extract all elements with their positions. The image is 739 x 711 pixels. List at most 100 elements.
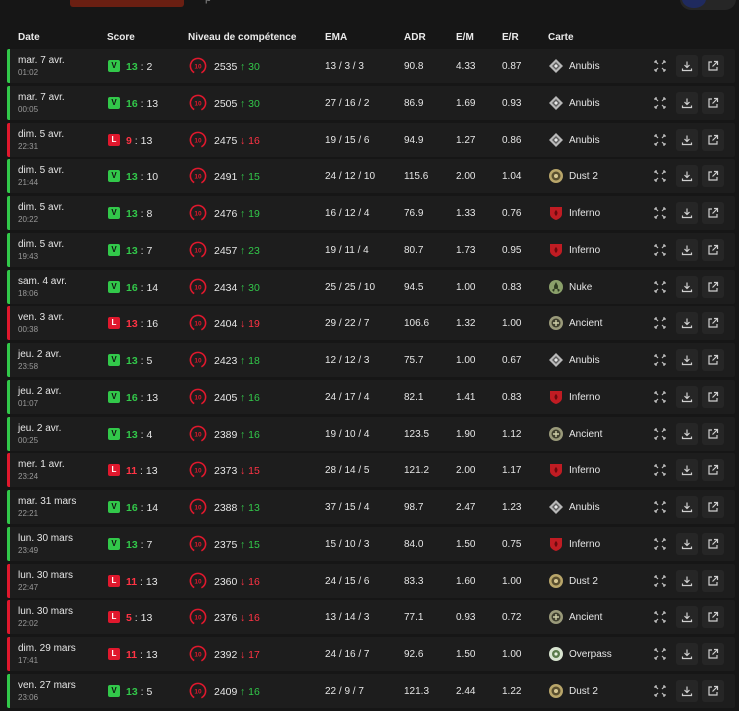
compare-icon[interactable] [652, 426, 668, 442]
match-date: lun. 30 mars [18, 532, 74, 544]
compare-icon[interactable] [652, 462, 668, 478]
download-demo-button[interactable] [676, 496, 698, 518]
top-active-tab[interactable] [70, 0, 184, 7]
elo-arrow-icon: ↓ [240, 612, 246, 625]
open-match-button[interactable] [702, 679, 724, 702]
open-match-button[interactable] [702, 496, 724, 518]
compare-icon[interactable] [652, 536, 668, 552]
external-link-icon [708, 60, 719, 71]
match-row[interactable]: dim. 5 avr. 21:44 V 13 : 10 10 2491 ↑ 15… [7, 159, 735, 194]
compare-icon[interactable] [652, 389, 668, 405]
elo-delta-value: 16 [248, 685, 260, 698]
match-score: 13 : 16 [126, 318, 158, 330]
match-row[interactable]: mer. 1 avr. 23:24 L 11 : 13 10 2373 ↓ 15… [7, 453, 735, 488]
compare-icon[interactable] [652, 683, 668, 699]
compare-icon[interactable] [652, 205, 668, 221]
match-row[interactable]: lun. 30 mars 22:47 L 11 : 13 10 2360 ↓ 1… [7, 563, 735, 598]
open-match-button[interactable] [702, 349, 724, 371]
open-match-button[interactable] [702, 459, 724, 482]
top-tab-label[interactable]: p [205, 0, 211, 4]
compare-icon[interactable] [652, 168, 668, 184]
download-demo-button[interactable] [676, 91, 698, 114]
download-demo-button[interactable] [676, 569, 698, 592]
opponent-score: 13 [146, 97, 159, 110]
match-score: 16 : 13 [126, 98, 158, 110]
elo-delta-value: 15 [248, 171, 260, 184]
download-demo-button[interactable] [676, 385, 698, 408]
match-rows: mar. 7 avr. 01:02 V 13 : 2 10 2535 ↑ 30 … [7, 49, 735, 708]
compare-icon[interactable] [652, 499, 668, 515]
download-demo-button[interactable] [676, 459, 698, 482]
map-name: Anubis [569, 134, 600, 146]
match-row[interactable]: lun. 30 mars 22:02 L 5 : 13 10 2376 ↓ 16… [7, 600, 735, 635]
elo-delta-value: 15 [248, 538, 260, 551]
open-match-button[interactable] [702, 55, 724, 77]
download-demo-button[interactable] [676, 238, 698, 261]
open-match-button[interactable] [702, 128, 724, 151]
download-demo-button[interactable] [676, 275, 698, 298]
open-match-button[interactable] [702, 385, 724, 408]
download-demo-button[interactable] [676, 312, 698, 335]
open-match-button[interactable] [702, 312, 724, 335]
result-badge: L [108, 133, 120, 146]
compare-icon[interactable] [652, 242, 668, 258]
skill-level-icon: 10 [189, 535, 207, 553]
open-match-button[interactable] [702, 643, 724, 665]
download-demo-button[interactable] [676, 422, 698, 445]
download-demo-button[interactable] [676, 128, 698, 151]
kd-ratio: 0.93 [456, 612, 476, 624]
match-row[interactable]: ven. 3 avr. 00:38 L 13 : 16 10 2404 ↓ 19… [7, 306, 735, 341]
external-link-icon [708, 281, 719, 292]
kd-ratio: 4.33 [456, 61, 476, 72]
match-row[interactable]: jeu. 2 avr. 00:25 V 13 : 4 10 2389 ↑ 16 … [7, 416, 735, 451]
result-badge: V [108, 60, 120, 72]
compare-icon[interactable] [652, 573, 668, 589]
match-date: jeu. 2 avr. [18, 422, 62, 434]
open-match-button[interactable] [702, 238, 724, 261]
match-row[interactable]: sam. 4 avr. 18:06 V 16 : 14 10 2434 ↑ 30… [7, 269, 735, 304]
result-badge: V [108, 280, 120, 293]
download-demo-button[interactable] [676, 165, 698, 188]
compare-icon[interactable] [652, 352, 668, 368]
match-row[interactable]: mar. 31 mars 22:21 V 16 : 14 10 2388 ↑ 1… [7, 490, 735, 524]
match-time: 00:38 [18, 325, 39, 335]
open-match-button[interactable] [702, 202, 724, 224]
match-row[interactable]: dim. 5 avr. 19:43 V 13 : 7 10 2457 ↑ 23 … [7, 232, 735, 267]
match-row[interactable]: mar. 7 avr. 00:05 V 16 : 13 10 2505 ↑ 30… [7, 85, 735, 120]
match-row[interactable]: dim. 5 avr. 20:22 V 13 : 8 10 2476 ↑ 19 … [7, 196, 735, 230]
download-demo-button[interactable] [676, 643, 698, 665]
adr-value: 75.7 [404, 355, 424, 366]
result-bar [7, 416, 10, 451]
download-demo-button[interactable] [676, 679, 698, 702]
map-name: Inferno [569, 465, 601, 477]
open-match-button[interactable] [702, 569, 724, 592]
download-demo-button[interactable] [676, 606, 698, 629]
match-row[interactable]: jeu. 2 avr. 01:07 V 16 : 13 10 2405 ↑ 16… [7, 379, 735, 414]
match-row[interactable]: jeu. 2 avr. 23:58 V 13 : 5 10 2423 ↑ 18 … [7, 343, 735, 377]
elo-value: 2476 [214, 208, 238, 220]
download-demo-button[interactable] [676, 55, 698, 77]
compare-icon[interactable] [652, 58, 668, 74]
open-match-button[interactable] [702, 422, 724, 445]
download-demo-button[interactable] [676, 532, 698, 555]
download-demo-button[interactable] [676, 202, 698, 224]
open-match-button[interactable] [702, 275, 724, 298]
compare-icon[interactable] [652, 279, 668, 295]
match-row[interactable]: ven. 27 mars 23:06 V 13 : 5 10 2409 ↑ 16… [7, 673, 735, 708]
open-match-button[interactable] [702, 91, 724, 114]
open-match-button[interactable] [702, 165, 724, 188]
open-match-button[interactable] [702, 606, 724, 629]
compare-icon[interactable] [652, 95, 668, 111]
compare-icon[interactable] [652, 609, 668, 625]
elo-delta-value: 30 [248, 61, 260, 73]
match-row[interactable]: mar. 7 avr. 01:02 V 13 : 2 10 2535 ↑ 30 … [7, 49, 735, 83]
match-row[interactable]: dim. 5 avr. 22:31 L 9 : 13 10 2475 ↓ 16 … [7, 122, 735, 157]
download-demo-button[interactable] [676, 349, 698, 371]
open-match-button[interactable] [702, 532, 724, 555]
compare-icon[interactable] [652, 132, 668, 148]
download-icon [681, 318, 693, 329]
compare-icon[interactable] [652, 646, 668, 662]
match-row[interactable]: lun. 30 mars 23:49 V 13 : 7 10 2375 ↑ 15… [7, 526, 735, 561]
compare-icon[interactable] [652, 315, 668, 331]
match-row[interactable]: dim. 29 mars 17:41 L 11 : 13 10 2392 ↓ 1… [7, 637, 735, 671]
